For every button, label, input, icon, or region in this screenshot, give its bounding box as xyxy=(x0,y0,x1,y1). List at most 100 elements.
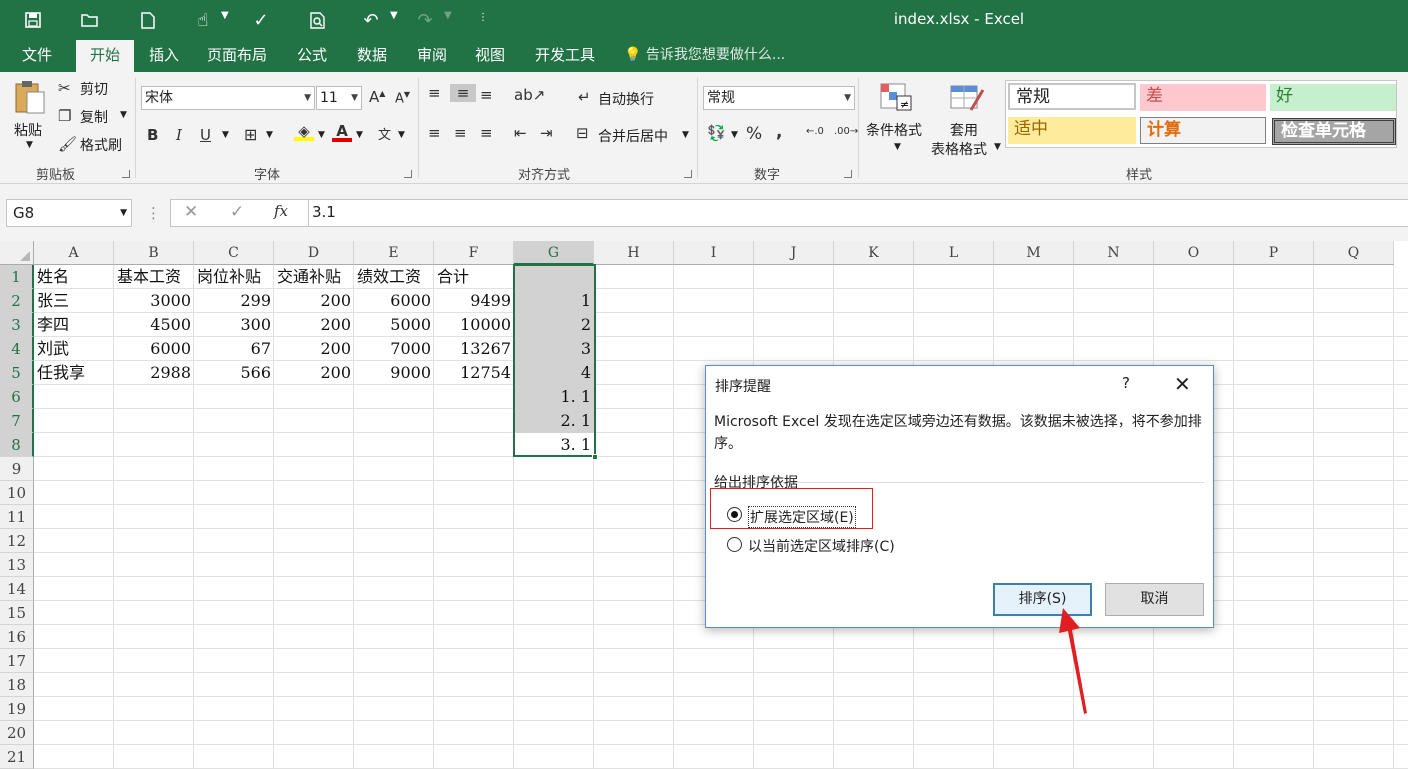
cell-d1[interactable]: 交通补贴 xyxy=(274,265,354,289)
column-header-f[interactable]: F xyxy=(434,241,514,265)
conditional-format-icon[interactable]: ≠ xyxy=(878,82,914,116)
cell-b5[interactable]: 2988 xyxy=(114,361,194,385)
fill-handle[interactable] xyxy=(592,454,598,460)
tab-review[interactable]: 审阅 xyxy=(404,40,460,72)
merge-dropdown-icon[interactable]: ▼ xyxy=(682,130,689,140)
column-header-a[interactable]: A xyxy=(34,241,114,265)
currency-icon[interactable]: 💱 xyxy=(707,124,726,142)
cell-d5[interactable]: 200 xyxy=(274,361,354,385)
table-format-icon[interactable] xyxy=(948,82,986,116)
tab-insert[interactable]: 插入 xyxy=(136,40,192,72)
tab-view[interactable]: 视图 xyxy=(462,40,518,72)
close-icon[interactable]: ✕ xyxy=(1174,372,1191,396)
insert-function-icon[interactable]: fx xyxy=(274,202,288,220)
style-good[interactable]: 好 xyxy=(1270,84,1396,111)
cell-c2[interactable]: 299 xyxy=(194,289,274,313)
cancel-button[interactable]: 取消 xyxy=(1105,583,1204,616)
cell-d3[interactable]: 200 xyxy=(274,313,354,337)
tab-developer[interactable]: 开发工具 xyxy=(524,40,606,72)
number-format-select[interactable]: 常规 ▼ xyxy=(703,86,855,110)
bold-button[interactable]: B xyxy=(147,126,158,144)
wrap-text-button[interactable]: 自动换行 xyxy=(598,89,654,109)
cell-e2[interactable]: 6000 xyxy=(354,289,434,313)
row-header-8[interactable]: 8 xyxy=(0,433,34,457)
select-all-corner[interactable] xyxy=(0,241,34,265)
borders-dropdown-icon[interactable]: ▼ xyxy=(266,130,273,140)
font-size-select[interactable]: 11 ▼ xyxy=(316,86,362,110)
column-header-n[interactable]: N xyxy=(1074,241,1154,265)
radio-current-label[interactable]: 以当前选定区域排序(C) xyxy=(748,536,895,556)
row-header-12[interactable]: 12 xyxy=(0,529,34,553)
column-header-c[interactable]: C xyxy=(194,241,274,265)
cell-a2[interactable]: 张三 xyxy=(34,289,114,313)
table-format-label-1[interactable]: 套用 xyxy=(950,120,978,140)
tab-home[interactable]: 开始 xyxy=(76,40,134,72)
paste-icon[interactable] xyxy=(12,78,48,118)
comma-button[interactable]: , xyxy=(776,122,782,142)
paste-dropdown-icon[interactable]: ▼ xyxy=(26,140,33,150)
row-header-18[interactable]: 18 xyxy=(0,673,34,697)
decrease-font-icon[interactable]: A▼ xyxy=(395,90,410,106)
cell-b4[interactable]: 6000 xyxy=(114,337,194,361)
row-header-5[interactable]: 5 xyxy=(0,361,34,385)
row-header-13[interactable]: 13 xyxy=(0,553,34,577)
row-header-15[interactable]: 15 xyxy=(0,601,34,625)
align-middle-icon[interactable]: ≡ xyxy=(450,84,476,102)
copy-dropdown-icon[interactable]: ▼ xyxy=(120,110,127,120)
column-header-g[interactable]: G xyxy=(514,241,594,265)
style-calculation[interactable]: 计算 xyxy=(1140,117,1266,144)
cell-f5[interactable]: 12754 xyxy=(434,361,514,385)
column-header-p[interactable]: P xyxy=(1234,241,1314,265)
align-bottom-icon[interactable]: ≡ xyxy=(480,86,493,104)
column-header-h[interactable]: H xyxy=(594,241,674,265)
cell-b3[interactable]: 4500 xyxy=(114,313,194,337)
percent-button[interactable]: % xyxy=(746,124,762,144)
row-header-1[interactable]: 1 xyxy=(0,265,34,289)
tab-page-layout[interactable]: 页面布局 xyxy=(196,40,278,72)
font-name-select[interactable]: 宋体 ▼ xyxy=(141,86,315,110)
cut-button[interactable]: 剪切 xyxy=(80,79,108,99)
cell-b2[interactable]: 3000 xyxy=(114,289,194,313)
column-header-l[interactable]: L xyxy=(914,241,994,265)
column-header-o[interactable]: O xyxy=(1154,241,1234,265)
tell-me-search[interactable]: 💡 告诉我您想要做什么... xyxy=(624,40,785,72)
cell-f1[interactable]: 合计 xyxy=(434,265,514,289)
cell-e5[interactable]: 9000 xyxy=(354,361,434,385)
number-launcher-icon[interactable] xyxy=(844,170,852,178)
row-header-17[interactable]: 17 xyxy=(0,649,34,673)
style-neutral[interactable]: 适中 xyxy=(1008,117,1136,144)
copy-button[interactable]: 复制 xyxy=(80,107,108,127)
radio-current-selection[interactable] xyxy=(727,537,742,552)
column-header-b[interactable]: B xyxy=(114,241,194,265)
row-header-20[interactable]: 20 xyxy=(0,721,34,745)
cell-c5[interactable]: 566 xyxy=(194,361,274,385)
increase-indent-icon[interactable]: ⇥ xyxy=(540,124,553,142)
column-header-k[interactable]: K xyxy=(834,241,914,265)
column-header-q[interactable]: Q xyxy=(1314,241,1394,265)
format-painter-button[interactable]: 格式刷 xyxy=(80,135,122,155)
font-color-icon[interactable]: A xyxy=(332,122,352,142)
cell-a4[interactable]: 刘武 xyxy=(34,337,114,361)
decrease-indent-icon[interactable]: ⇤ xyxy=(514,124,527,142)
paste-label[interactable]: 粘贴 xyxy=(14,120,42,140)
merge-center-button[interactable]: 合并后居中 xyxy=(598,126,668,146)
phonetic-guide-icon[interactable]: 文 xyxy=(378,124,391,143)
tab-formulas[interactable]: 公式 xyxy=(284,40,340,72)
conditional-format-button[interactable]: 条件格式 xyxy=(866,120,922,140)
help-button[interactable]: ? xyxy=(1122,374,1130,392)
style-check-cell[interactable]: 检查单元格 xyxy=(1272,118,1396,145)
row-header-11[interactable]: 11 xyxy=(0,505,34,529)
cell-f3[interactable]: 10000 xyxy=(434,313,514,337)
cell-a5[interactable]: 任我享 xyxy=(34,361,114,385)
column-header-m[interactable]: M xyxy=(994,241,1074,265)
underline-dropdown-icon[interactable]: ▼ xyxy=(222,130,229,140)
align-left-icon[interactable]: ≡ xyxy=(428,124,441,142)
italic-button[interactable]: I xyxy=(176,126,182,144)
cell-a1[interactable]: 姓名 xyxy=(34,265,114,289)
row-header-10[interactable]: 10 xyxy=(0,481,34,505)
increase-font-icon[interactable]: A▲ xyxy=(369,88,385,106)
increase-decimal-icon[interactable]: ←.0 xyxy=(806,126,824,137)
cell-e3[interactable]: 5000 xyxy=(354,313,434,337)
row-header-4[interactable]: 4 xyxy=(0,337,34,361)
cell-d4[interactable]: 200 xyxy=(274,337,354,361)
